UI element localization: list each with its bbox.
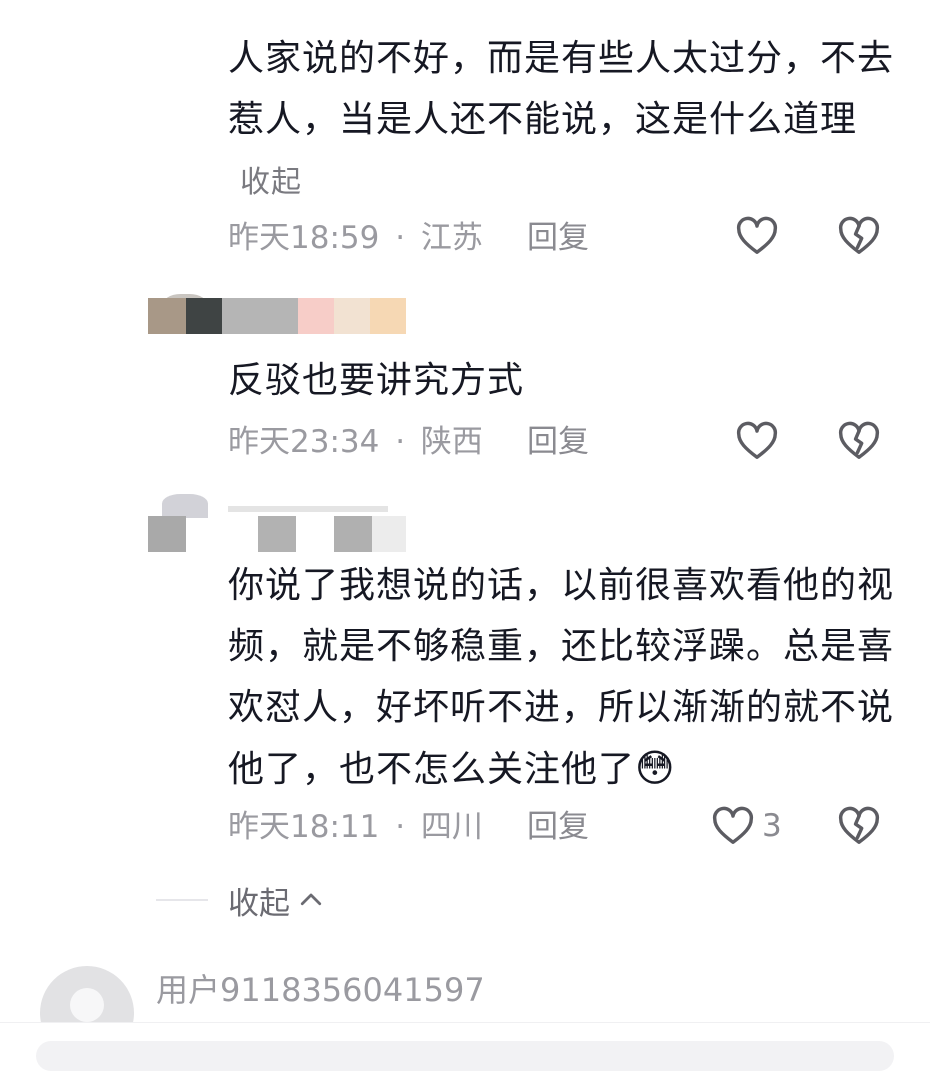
collapse-comment-button[interactable]: 收起 — [240, 165, 302, 200]
username[interactable]: 用户9118356041597 — [156, 968, 485, 1012]
chevron-up-icon — [300, 893, 322, 906]
username-blur — [148, 298, 186, 334]
comment-1-text: 人家说的不好，而是有些人太过分，不去惹人，当是人还不能说，这是什么道理收起 — [228, 28, 898, 213]
meta-separator: · — [395, 424, 406, 460]
flushed-emoji-icon: 😳 — [635, 746, 676, 790]
reply-button[interactable]: 回复 — [527, 805, 589, 849]
heart-outline-icon — [736, 421, 778, 460]
meta-separator: · — [395, 809, 406, 845]
comment-2-meta: 昨天23:34 · 陕西 — [228, 420, 483, 464]
avatar-head — [70, 988, 104, 1022]
like-button[interactable] — [734, 213, 780, 259]
dislike-button[interactable] — [836, 213, 882, 259]
meta-separator: · — [395, 220, 406, 256]
comment-1-meta: 昨天18:59 · 江苏 — [228, 216, 483, 260]
reply-button[interactable]: 回复 — [527, 216, 589, 260]
comment-3-user-header[interactable] — [148, 494, 408, 558]
comment-time: 昨天18:59 — [228, 220, 380, 256]
heart-outline-icon — [710, 803, 756, 849]
username-blur — [372, 516, 406, 552]
username-blur — [298, 298, 334, 334]
comment-3-text: 你说了我想说的话，以前很喜欢看他的视频，就是不够稳重，还比较浮躁。总是喜欢怼人，… — [228, 555, 898, 800]
like-count: 3 — [762, 808, 782, 844]
heart-outline-icon — [736, 216, 778, 255]
avatar[interactable] — [162, 494, 208, 518]
reply-button[interactable]: 回复 — [527, 420, 589, 464]
username-blur — [334, 516, 372, 552]
comment-body: 你说了我想说的话，以前很喜欢看他的视频，就是不够稳重，还比较浮躁。总是喜欢怼人，… — [228, 565, 895, 790]
comment-3-meta: 昨天18:11 · 四川 — [228, 805, 483, 849]
comment-body: 人家说的不好，而是有些人太过分，不去惹人，当是人还不能说，这是什么道理 — [228, 38, 895, 140]
username-blur — [334, 298, 370, 334]
comment-location: 四川 — [420, 809, 483, 845]
comment-time: 昨天23:34 — [228, 424, 380, 460]
collapse-label: 收起 — [228, 885, 290, 922]
comment-time: 昨天18:11 — [228, 809, 380, 845]
comment-location: 江苏 — [420, 220, 483, 256]
username-blur — [258, 516, 296, 552]
dislike-button[interactable] — [836, 803, 882, 849]
username-blur — [222, 298, 298, 334]
collapse-divider — [156, 899, 208, 901]
comment-body: 反驳也要讲究方式 — [228, 360, 525, 401]
broken-heart-icon — [838, 421, 880, 460]
broken-heart-icon — [838, 806, 880, 845]
username-blur — [370, 298, 406, 334]
comment-2-user-header[interactable] — [148, 294, 408, 334]
bottom-bar — [0, 1022, 930, 1071]
comment-location: 陕西 — [420, 424, 483, 460]
username-blur — [186, 298, 222, 334]
like-button[interactable] — [734, 418, 780, 464]
collapse-replies-button[interactable]: 收起 — [228, 878, 326, 922]
comment-input[interactable] — [36, 1041, 894, 1071]
username-blur — [148, 516, 186, 552]
comment-2-text: 反驳也要讲究方式 — [228, 350, 898, 411]
dislike-button[interactable] — [836, 418, 882, 464]
username-blur — [228, 506, 388, 512]
broken-heart-icon — [838, 216, 880, 255]
like-button[interactable]: 3 — [710, 803, 782, 849]
